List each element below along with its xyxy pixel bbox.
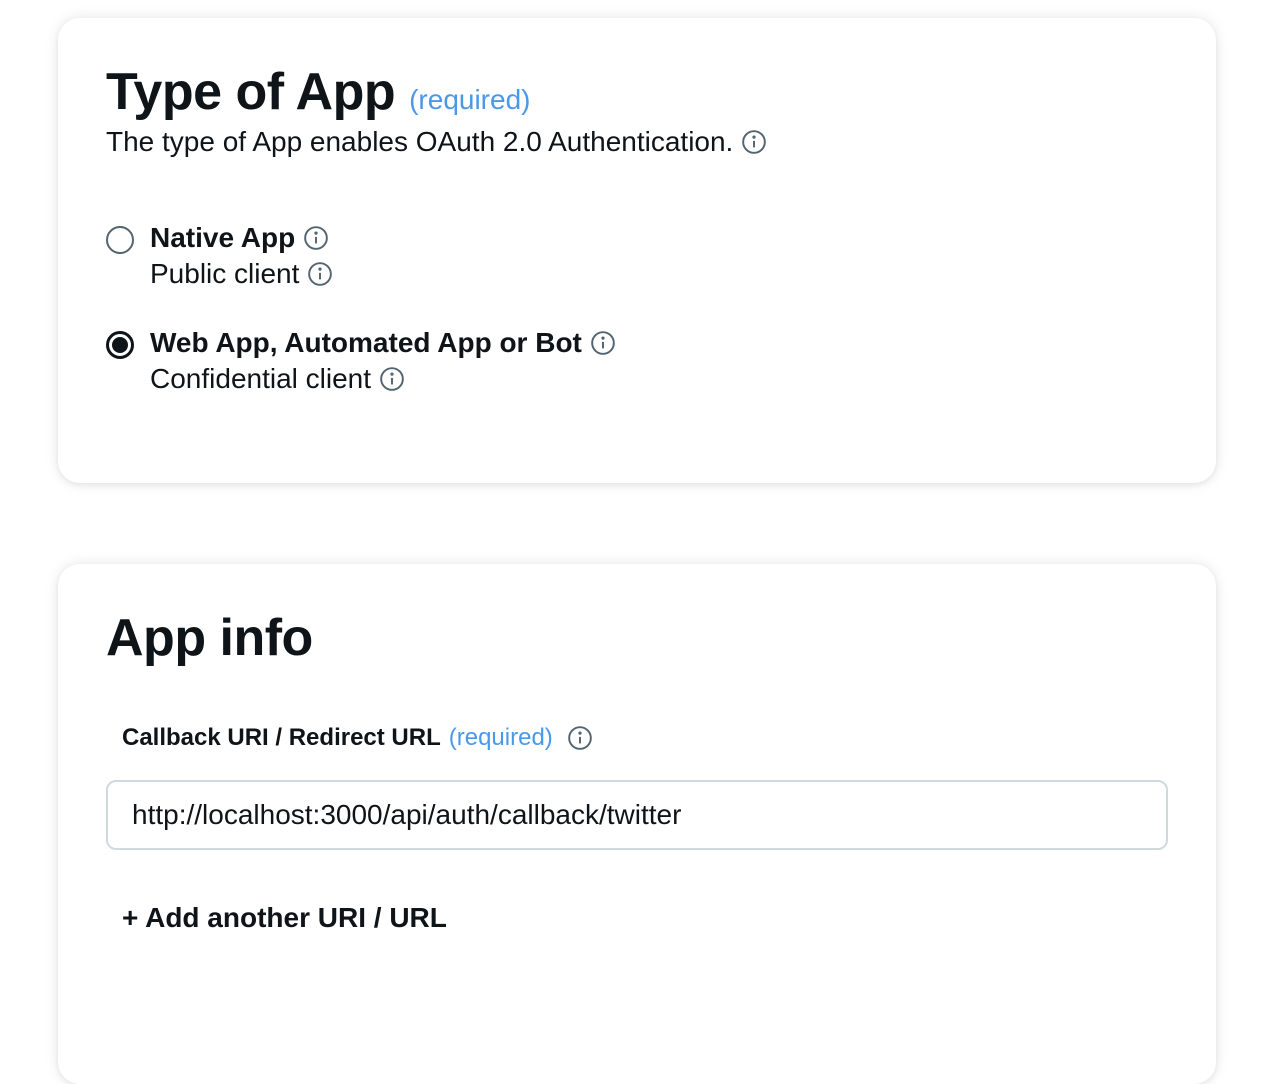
radio-native-app[interactable]: Native App Public client (106, 222, 333, 290)
type-of-app-title: Type of App (106, 63, 396, 121)
info-icon[interactable] (307, 261, 333, 287)
radio-button-checked[interactable] (106, 331, 134, 359)
confidential-client-label: Confidential client (150, 363, 616, 395)
callback-url-input[interactable] (106, 780, 1168, 850)
web-app-label: Web App, Automated App or Bot (150, 327, 616, 359)
info-icon[interactable] (567, 725, 593, 751)
web-app-label-text: Web App, Automated App or Bot (150, 327, 582, 358)
radio-text: Native App Public client (150, 222, 333, 290)
info-icon[interactable] (303, 225, 329, 251)
public-client-label: Public client (150, 258, 333, 290)
required-label: (required) (448, 724, 553, 751)
native-app-label-text: Native App (150, 222, 296, 253)
info-icon[interactable] (379, 366, 405, 392)
radio-web-app[interactable]: Web App, Automated App or Bot Confidenti… (106, 327, 616, 395)
type-of-app-heading: Type of App (required) (106, 66, 530, 118)
callback-label-text: Callback URI / Redirect URL (122, 724, 441, 751)
required-label: (required) (409, 84, 531, 115)
type-of-app-card: Type of App (required) The type of App e… (58, 18, 1216, 483)
confidential-client-text: Confidential client (150, 363, 372, 394)
radio-button[interactable] (106, 226, 134, 254)
radio-text: Web App, Automated App or Bot Confidenti… (150, 327, 616, 395)
public-client-text: Public client (150, 258, 300, 289)
info-icon[interactable] (741, 129, 767, 155)
add-another-uri-button[interactable]: + Add another URI / URL (122, 902, 447, 934)
type-of-app-description: The type of App enables OAuth 2.0 Authen… (106, 126, 767, 158)
app-info-heading: App info (106, 609, 313, 667)
info-icon[interactable] (590, 330, 616, 356)
description-text: The type of App enables OAuth 2.0 Authen… (106, 126, 734, 157)
callback-field-label: Callback URI / Redirect URL (required) (122, 724, 593, 752)
app-info-card: App info Callback URI / Redirect URL (re… (58, 564, 1216, 1084)
native-app-label: Native App (150, 222, 333, 254)
